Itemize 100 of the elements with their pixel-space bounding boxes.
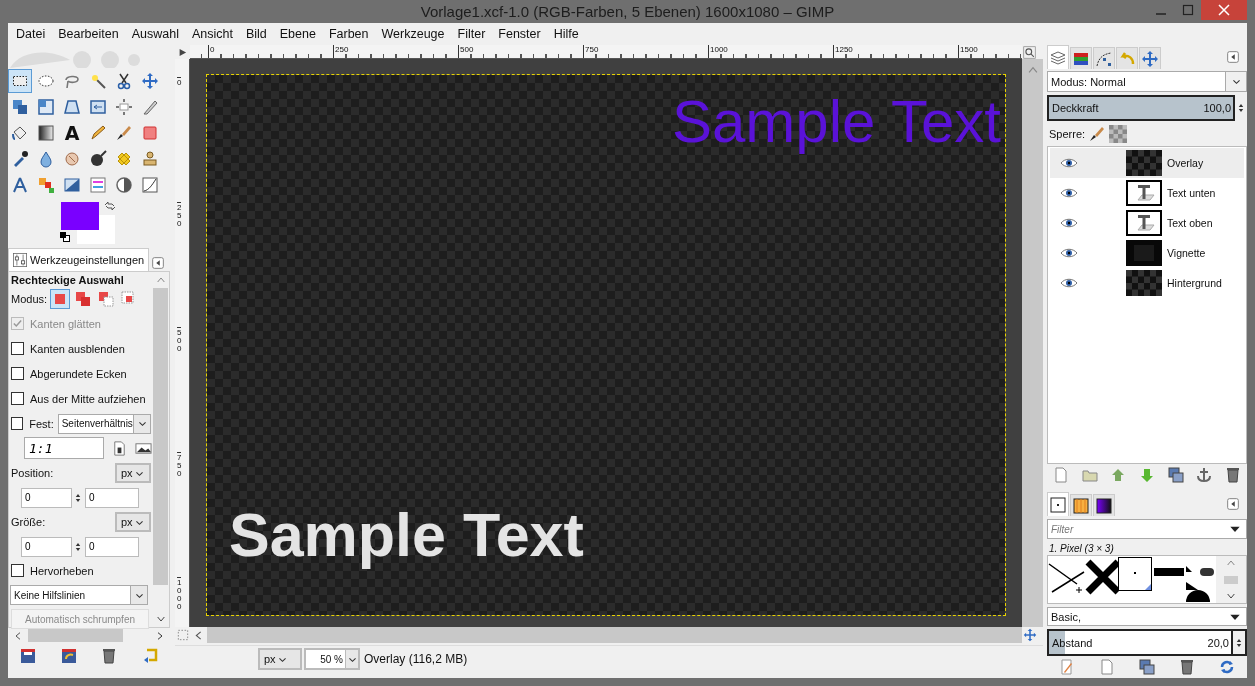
checkbox-label: Hervorheben	[30, 564, 94, 577]
menu-item[interactable]: Filter	[457, 27, 486, 41]
move-arrows-icon[interactable]	[1022, 628, 1037, 642]
anchor-icon[interactable]	[1195, 466, 1214, 484]
eye-icon[interactable]	[1060, 158, 1078, 168]
guides-dropdown[interactable]: Keine Hilfslinien	[10, 585, 148, 605]
menu-item[interactable]: Datei	[16, 27, 46, 41]
magic-wand-icon	[89, 72, 107, 90]
layer-name: Hintergrund	[1167, 277, 1222, 289]
number-field[interactable]: 0	[85, 487, 139, 508]
hue-saturation-icon	[89, 176, 107, 194]
menu-item[interactable]: Werkzeuge	[381, 27, 445, 41]
checkbox[interactable]	[11, 342, 24, 355]
eye-icon[interactable]	[1060, 278, 1078, 288]
layer-row[interactable]: Vignette	[1050, 238, 1244, 268]
eye-icon[interactable]	[1060, 188, 1078, 198]
layers-tab[interactable]	[1047, 45, 1069, 69]
eraser-icon	[141, 124, 159, 142]
eye-icon[interactable]	[1060, 218, 1078, 228]
checkbox-label: Kanten glätten	[30, 317, 101, 330]
zoom-icon[interactable]	[1023, 45, 1036, 59]
portrait-page-icon[interactable]	[111, 439, 128, 457]
layer-row[interactable]: Overlay	[1050, 148, 1244, 178]
ruler-label: 500	[458, 45, 474, 58]
unit-dropdown[interactable]: px	[258, 648, 302, 670]
text-tool-button[interactable]: A	[60, 121, 84, 145]
checkbox[interactable]	[11, 367, 24, 380]
duplicate-icon[interactable]	[1166, 466, 1185, 484]
scrollbar[interactable]	[1022, 59, 1043, 627]
menu-item[interactable]: Auswahl	[131, 27, 179, 41]
paths-tab[interactable]	[1093, 47, 1115, 69]
move-arrows-icon	[1141, 49, 1159, 68]
dodge-burn-icon	[89, 150, 107, 168]
menu-item[interactable]: Bearbeiten	[58, 27, 119, 41]
zoom-field[interactable]: 50 %	[304, 648, 360, 670]
tool-options-tab[interactable]: Werkzeugeinstellungen	[8, 248, 150, 271]
layer-row[interactable]: Text unten	[1050, 178, 1244, 208]
brushes-tab[interactable]	[1047, 492, 1069, 516]
tool-options-title: Rechteckige Auswahl	[11, 273, 125, 287]
mode-button[interactable]	[50, 289, 71, 309]
subtract-squares-icon	[97, 290, 116, 308]
refresh-icon[interactable]	[1218, 658, 1236, 676]
scrollbar[interactable]	[1216, 556, 1246, 603]
checkbox[interactable]	[11, 392, 24, 405]
mode-label: Modus:	[11, 293, 48, 305]
layer-row[interactable]: Hintergrund	[1050, 268, 1244, 298]
unit-dropdown[interactable]: px	[115, 512, 151, 532]
tool-button[interactable]	[8, 69, 32, 93]
default-colors-icon[interactable]	[60, 232, 70, 242]
checkbox-label: Aus der Mitte aufziehen	[30, 392, 146, 405]
scissors-icon	[115, 72, 133, 90]
menu-item[interactable]: Bild	[245, 27, 267, 41]
image-canvas[interactable]: Sample Text Sample Text	[207, 75, 1005, 615]
opacity-slider[interactable]: Deckkraft 100,0	[1047, 95, 1235, 121]
color-balance-icon	[63, 176, 81, 194]
spacing-slider[interactable]: Abstand 20,0	[1047, 629, 1233, 656]
eye-icon[interactable]	[1060, 248, 1078, 258]
duplicate-icon[interactable]	[1138, 658, 1156, 676]
checkbox[interactable]	[11, 564, 24, 577]
ratio-field[interactable]: 1:1	[24, 437, 104, 459]
unit-dropdown[interactable]: px	[115, 463, 151, 483]
ruler-label: 0	[177, 77, 182, 87]
slider-label: Deckkraft	[1052, 102, 1099, 114]
tag-dropdown[interactable]: Basic,	[1047, 607, 1247, 626]
menu-item[interactable]: Ansicht	[191, 27, 233, 41]
paintbrush-icon[interactable]	[1088, 125, 1107, 143]
foreground-color-swatch[interactable]	[61, 202, 99, 230]
menu-item[interactable]: Farben	[328, 27, 369, 41]
scrollbar-thumb[interactable]	[1224, 575, 1238, 584]
gradients-tab[interactable]	[1093, 494, 1115, 516]
checkerboard-icon[interactable]	[1109, 125, 1128, 143]
close-button[interactable]	[1201, 0, 1247, 20]
ruler-label: 750	[583, 45, 599, 58]
mode-dropdown[interactable]: Modus: Normal	[1047, 71, 1247, 92]
swap-arrows-icon[interactable]	[104, 201, 116, 211]
menu-item[interactable]: Hilfe	[553, 27, 579, 41]
channels-tab[interactable]	[1070, 47, 1092, 69]
aspect-dropdown[interactable]: Seitenverhältnis	[57, 413, 151, 434]
bandage-icon	[115, 150, 133, 168]
number-field[interactable]: 0	[21, 487, 72, 508]
menu-item[interactable]: Ebene	[279, 27, 316, 41]
mode-button[interactable]	[96, 289, 117, 309]
checkbox-label: Kanten ausblenden	[30, 342, 125, 355]
patterns-tab[interactable]	[1070, 494, 1092, 516]
number-field[interactable]: 0	[85, 536, 139, 557]
checkbox[interactable]	[11, 417, 24, 430]
gradient-square-icon	[1095, 496, 1113, 515]
number-field[interactable]: 0	[21, 536, 72, 557]
trapezoid-icon	[63, 98, 81, 116]
layer-name: Overlay	[1167, 157, 1204, 169]
menu-item[interactable]: Fenster	[498, 27, 541, 41]
slider-value: 20,0	[1207, 636, 1229, 649]
overlapping-squares-icon	[74, 290, 93, 308]
brush-previews-drawing[interactable]	[1048, 556, 1216, 602]
layer-row[interactable]: Text oben	[1050, 208, 1244, 238]
pointer-tab[interactable]	[1139, 47, 1161, 69]
water-drop-icon	[37, 150, 55, 168]
trash-can-icon[interactable]	[1178, 658, 1196, 676]
background-color-swatch[interactable]	[77, 215, 115, 244]
layer-name: Text unten	[1167, 187, 1216, 199]
